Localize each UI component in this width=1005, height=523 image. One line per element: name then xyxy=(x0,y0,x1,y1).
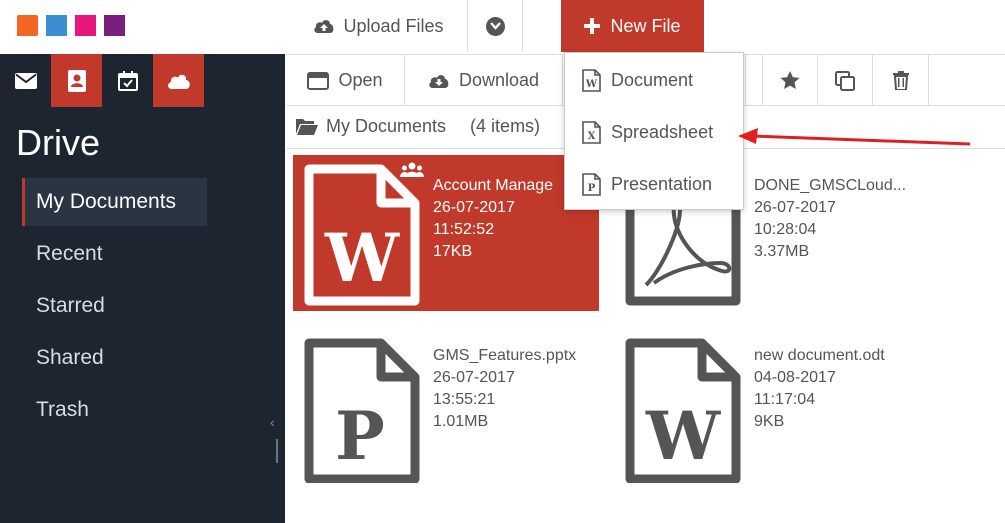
file-date: 26-07-2017 xyxy=(433,369,515,386)
document-file-icon: W xyxy=(582,68,601,92)
new-file-button[interactable]: New File xyxy=(561,0,704,52)
file-item[interactable]: W new document.odt 04-08-2017 11:17:04 9… xyxy=(614,325,920,483)
nav-item-trash[interactable]: Trash xyxy=(22,386,207,434)
chevron-down-icon xyxy=(486,16,505,36)
plus-icon xyxy=(584,18,601,34)
svg-text:W: W xyxy=(324,219,400,297)
presentation-file-icon: P xyxy=(582,172,601,196)
nav-item-shared[interactable]: Shared xyxy=(22,334,207,382)
mail-app-button[interactable] xyxy=(0,54,51,107)
svg-text:W: W xyxy=(585,79,598,90)
new-file-label: New File xyxy=(610,15,681,36)
nav-item-my-documents[interactable]: My Documents xyxy=(22,178,207,226)
file-meta: new document.odt 04-08-2017 11:17:04 9KB xyxy=(754,345,920,433)
delete-button[interactable] xyxy=(873,55,929,106)
open-label: Open xyxy=(338,70,383,90)
file-meta: DONE_GMSCLoud... 26-07-2017 10:28:04 3.3… xyxy=(754,175,920,263)
app-logo[interactable] xyxy=(17,15,125,36)
menu-item-document[interactable]: W Document xyxy=(565,55,743,105)
copy-icon xyxy=(835,70,855,91)
new-file-menu: W Document X Spreadsheet P Presentation xyxy=(564,52,744,210)
download-button[interactable]: Download xyxy=(405,55,563,106)
upload-files-label: Upload Files xyxy=(343,15,444,36)
file-size: 1.01MB xyxy=(433,413,489,430)
menu-item-presentation[interactable]: P Presentation xyxy=(565,159,743,209)
cloud-upload-icon xyxy=(314,20,334,33)
cloud-icon xyxy=(167,74,190,89)
sidebar-resize-handle[interactable] xyxy=(276,439,278,463)
file-name: new document.odt xyxy=(754,347,885,364)
svg-text:P: P xyxy=(588,183,596,194)
file-meta: GMS_Features.pptx 26-07-2017 13:55:21 1.… xyxy=(433,345,599,433)
svg-text:P: P xyxy=(335,397,385,475)
file-time: 11:52:52 xyxy=(433,221,495,238)
powerpoint-document-icon: P xyxy=(304,338,420,483)
menu-item-spreadsheet[interactable]: X Spreadsheet xyxy=(565,107,743,157)
breadcrumb: My Documents (4 items) xyxy=(296,116,540,137)
file-item[interactable]: W Account Manage 26-07-2017 11:52:52 17K… xyxy=(293,155,599,311)
file-name: GMS_Features.pptx xyxy=(433,347,577,364)
trash-icon xyxy=(892,71,909,90)
upload-files-button[interactable]: Upload Files xyxy=(290,0,468,52)
drive-app-button[interactable] xyxy=(153,54,204,107)
menu-item-label: Presentation xyxy=(611,173,713,194)
file-time: 11:17:04 xyxy=(754,391,816,408)
file-time: 13:55:21 xyxy=(433,391,496,408)
menu-item-label: Document xyxy=(611,69,694,90)
logo-square-pink xyxy=(75,15,96,36)
app-switcher xyxy=(0,54,204,107)
drive-nav: My Documents Recent Starred Shared Trash xyxy=(22,178,207,438)
file-date: 26-07-2017 xyxy=(754,199,836,216)
calendar-icon xyxy=(117,70,138,91)
more-options-button[interactable] xyxy=(469,0,523,52)
svg-text:W: W xyxy=(645,397,721,475)
logo-square-orange xyxy=(17,15,38,36)
spreadsheet-file-icon: X xyxy=(582,120,601,144)
word-document-icon: W xyxy=(625,338,741,483)
file-size: 17KB xyxy=(433,243,473,260)
window-icon xyxy=(307,71,330,90)
top-bar: Upload Files New File xyxy=(0,0,1005,54)
menu-item-label: Spreadsheet xyxy=(611,121,714,142)
item-count: (4 items) xyxy=(470,116,541,136)
nav-item-recent[interactable]: Recent xyxy=(22,230,207,278)
file-name: DONE_GMSCLoud... xyxy=(754,177,907,194)
drive-title: Drive xyxy=(16,122,101,163)
breadcrumb-folder[interactable]: My Documents xyxy=(326,116,446,137)
download-label: Download xyxy=(458,70,540,90)
toolbar-divider xyxy=(745,55,746,106)
calendar-app-button[interactable] xyxy=(102,54,153,107)
contacts-app-button[interactable] xyxy=(51,54,102,107)
copy-button[interactable] xyxy=(818,55,873,106)
shared-users-icon xyxy=(400,162,424,177)
file-size: 9KB xyxy=(754,413,785,430)
logo-square-blue xyxy=(46,15,67,36)
file-date: 04-08-2017 xyxy=(754,369,836,386)
mail-icon xyxy=(14,72,37,89)
collapse-sidebar-icon[interactable]: ‹ xyxy=(270,414,275,430)
file-time: 10:28:04 xyxy=(754,221,817,238)
logo-square-purple xyxy=(104,15,125,36)
word-document-icon: W xyxy=(304,164,420,306)
contacts-icon xyxy=(67,69,86,92)
nav-item-starred[interactable]: Starred xyxy=(22,282,207,330)
star-icon xyxy=(780,71,800,89)
file-item[interactable]: P GMS_Features.pptx 26-07-2017 13:55:21 … xyxy=(293,325,599,483)
star-button[interactable] xyxy=(762,55,818,106)
open-button[interactable]: Open xyxy=(286,55,405,106)
folder-open-icon xyxy=(296,119,318,135)
file-size: 3.37MB xyxy=(754,243,810,260)
cloud-download-icon xyxy=(429,74,449,88)
sidebar: Drive My Documents Recent Starred Shared… xyxy=(0,54,285,523)
svg-text:X: X xyxy=(588,131,596,142)
